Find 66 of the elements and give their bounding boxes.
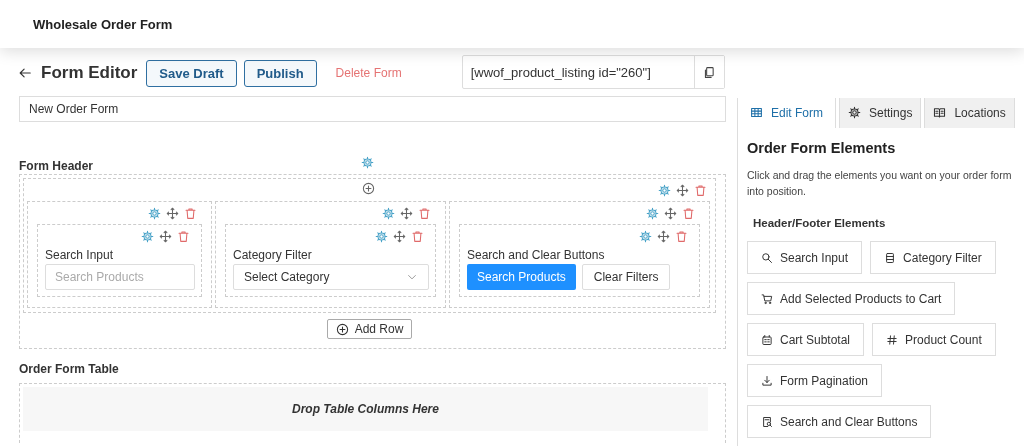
gear-icon[interactable] [148,207,161,220]
search-document-icon [761,415,773,428]
gear-icon[interactable] [375,230,388,243]
gear-icon[interactable] [141,230,154,243]
form-name-field[interactable]: New Order Form [19,96,726,122]
book-icon [933,106,947,119]
element-button[interactable]: Form Pagination [747,364,883,397]
add-row-button[interactable]: Add Row [326,319,413,339]
app-title: Wholesale Order Form [32,16,174,32]
section-heading: Header/Footer Elements [753,217,887,229]
copy-icon [702,65,716,79]
panel-description: Click and drag the elements you want on your order form into position. [747,168,1013,199]
element-button[interactable]: Product Count [872,323,996,356]
search-icon [761,251,773,264]
hash-icon [886,333,899,346]
move-icon[interactable] [159,230,172,243]
element-button[interactable]: Search and Clear Buttons [747,405,932,438]
element-label: Category Filter [233,248,313,262]
trash-icon[interactable] [694,184,707,197]
category-dropdown[interactable]: Select Category [233,264,429,290]
element-label: Search Input [45,248,115,262]
back-arrow-icon[interactable] [18,66,32,80]
download-icon [761,374,773,387]
tab[interactable]: Locations [924,98,1015,128]
trash-icon[interactable] [675,230,688,243]
element-button[interactable]: Add Selected Products to Cart [747,282,956,315]
element-button[interactable]: Cart Subtotal [747,323,865,356]
publish-button[interactable]: Publish [243,59,317,87]
section-heading: Order Form Table [19,362,120,376]
move-icon[interactable] [664,207,677,220]
add-circle-icon[interactable] [362,182,375,195]
table-icon [750,106,763,119]
shortcode-field[interactable]: [wwof_product_listing id="260"] [461,55,725,89]
gear-icon[interactable] [382,207,395,220]
tab[interactable]: Edit Form [737,98,836,128]
element-button[interactable]: Search Input [747,241,863,274]
move-icon[interactable] [166,207,179,220]
trash-icon[interactable] [418,207,431,220]
section-heading: Form Header [19,159,94,173]
tab[interactable]: Settings [839,98,922,128]
gear-icon[interactable] [658,184,671,197]
trash-icon[interactable] [411,230,424,243]
trash-icon[interactable] [682,207,695,220]
gear-icon[interactable] [646,207,659,220]
element-button[interactable]: Category Filter [870,241,996,274]
move-icon[interactable] [676,184,689,197]
search-field[interactable]: Search Products [45,264,195,290]
add-circle-icon [335,322,349,336]
list-icon [884,251,897,264]
cart-icon [761,292,773,305]
calculator-icon [761,333,773,346]
drop-zone-text: Drop Table Columns Here [292,402,439,416]
gear-icon[interactable] [639,230,652,243]
page-title: Form Editor [41,63,138,83]
save-draft-button[interactable]: Save Draft [146,59,237,87]
clear-filters-button[interactable]: Clear Filters [581,264,671,290]
element-label: Search and Clear Buttons [467,248,606,262]
trash-icon[interactable] [184,207,197,220]
gear-icon[interactable] [361,156,375,169]
copy-button[interactable] [693,56,724,88]
panel-heading: Order Form Elements [747,140,897,156]
gear-icon [848,106,861,119]
trash-icon[interactable] [177,230,190,243]
move-icon[interactable] [400,207,413,220]
move-icon[interactable] [393,230,406,243]
move-icon[interactable] [657,230,670,243]
